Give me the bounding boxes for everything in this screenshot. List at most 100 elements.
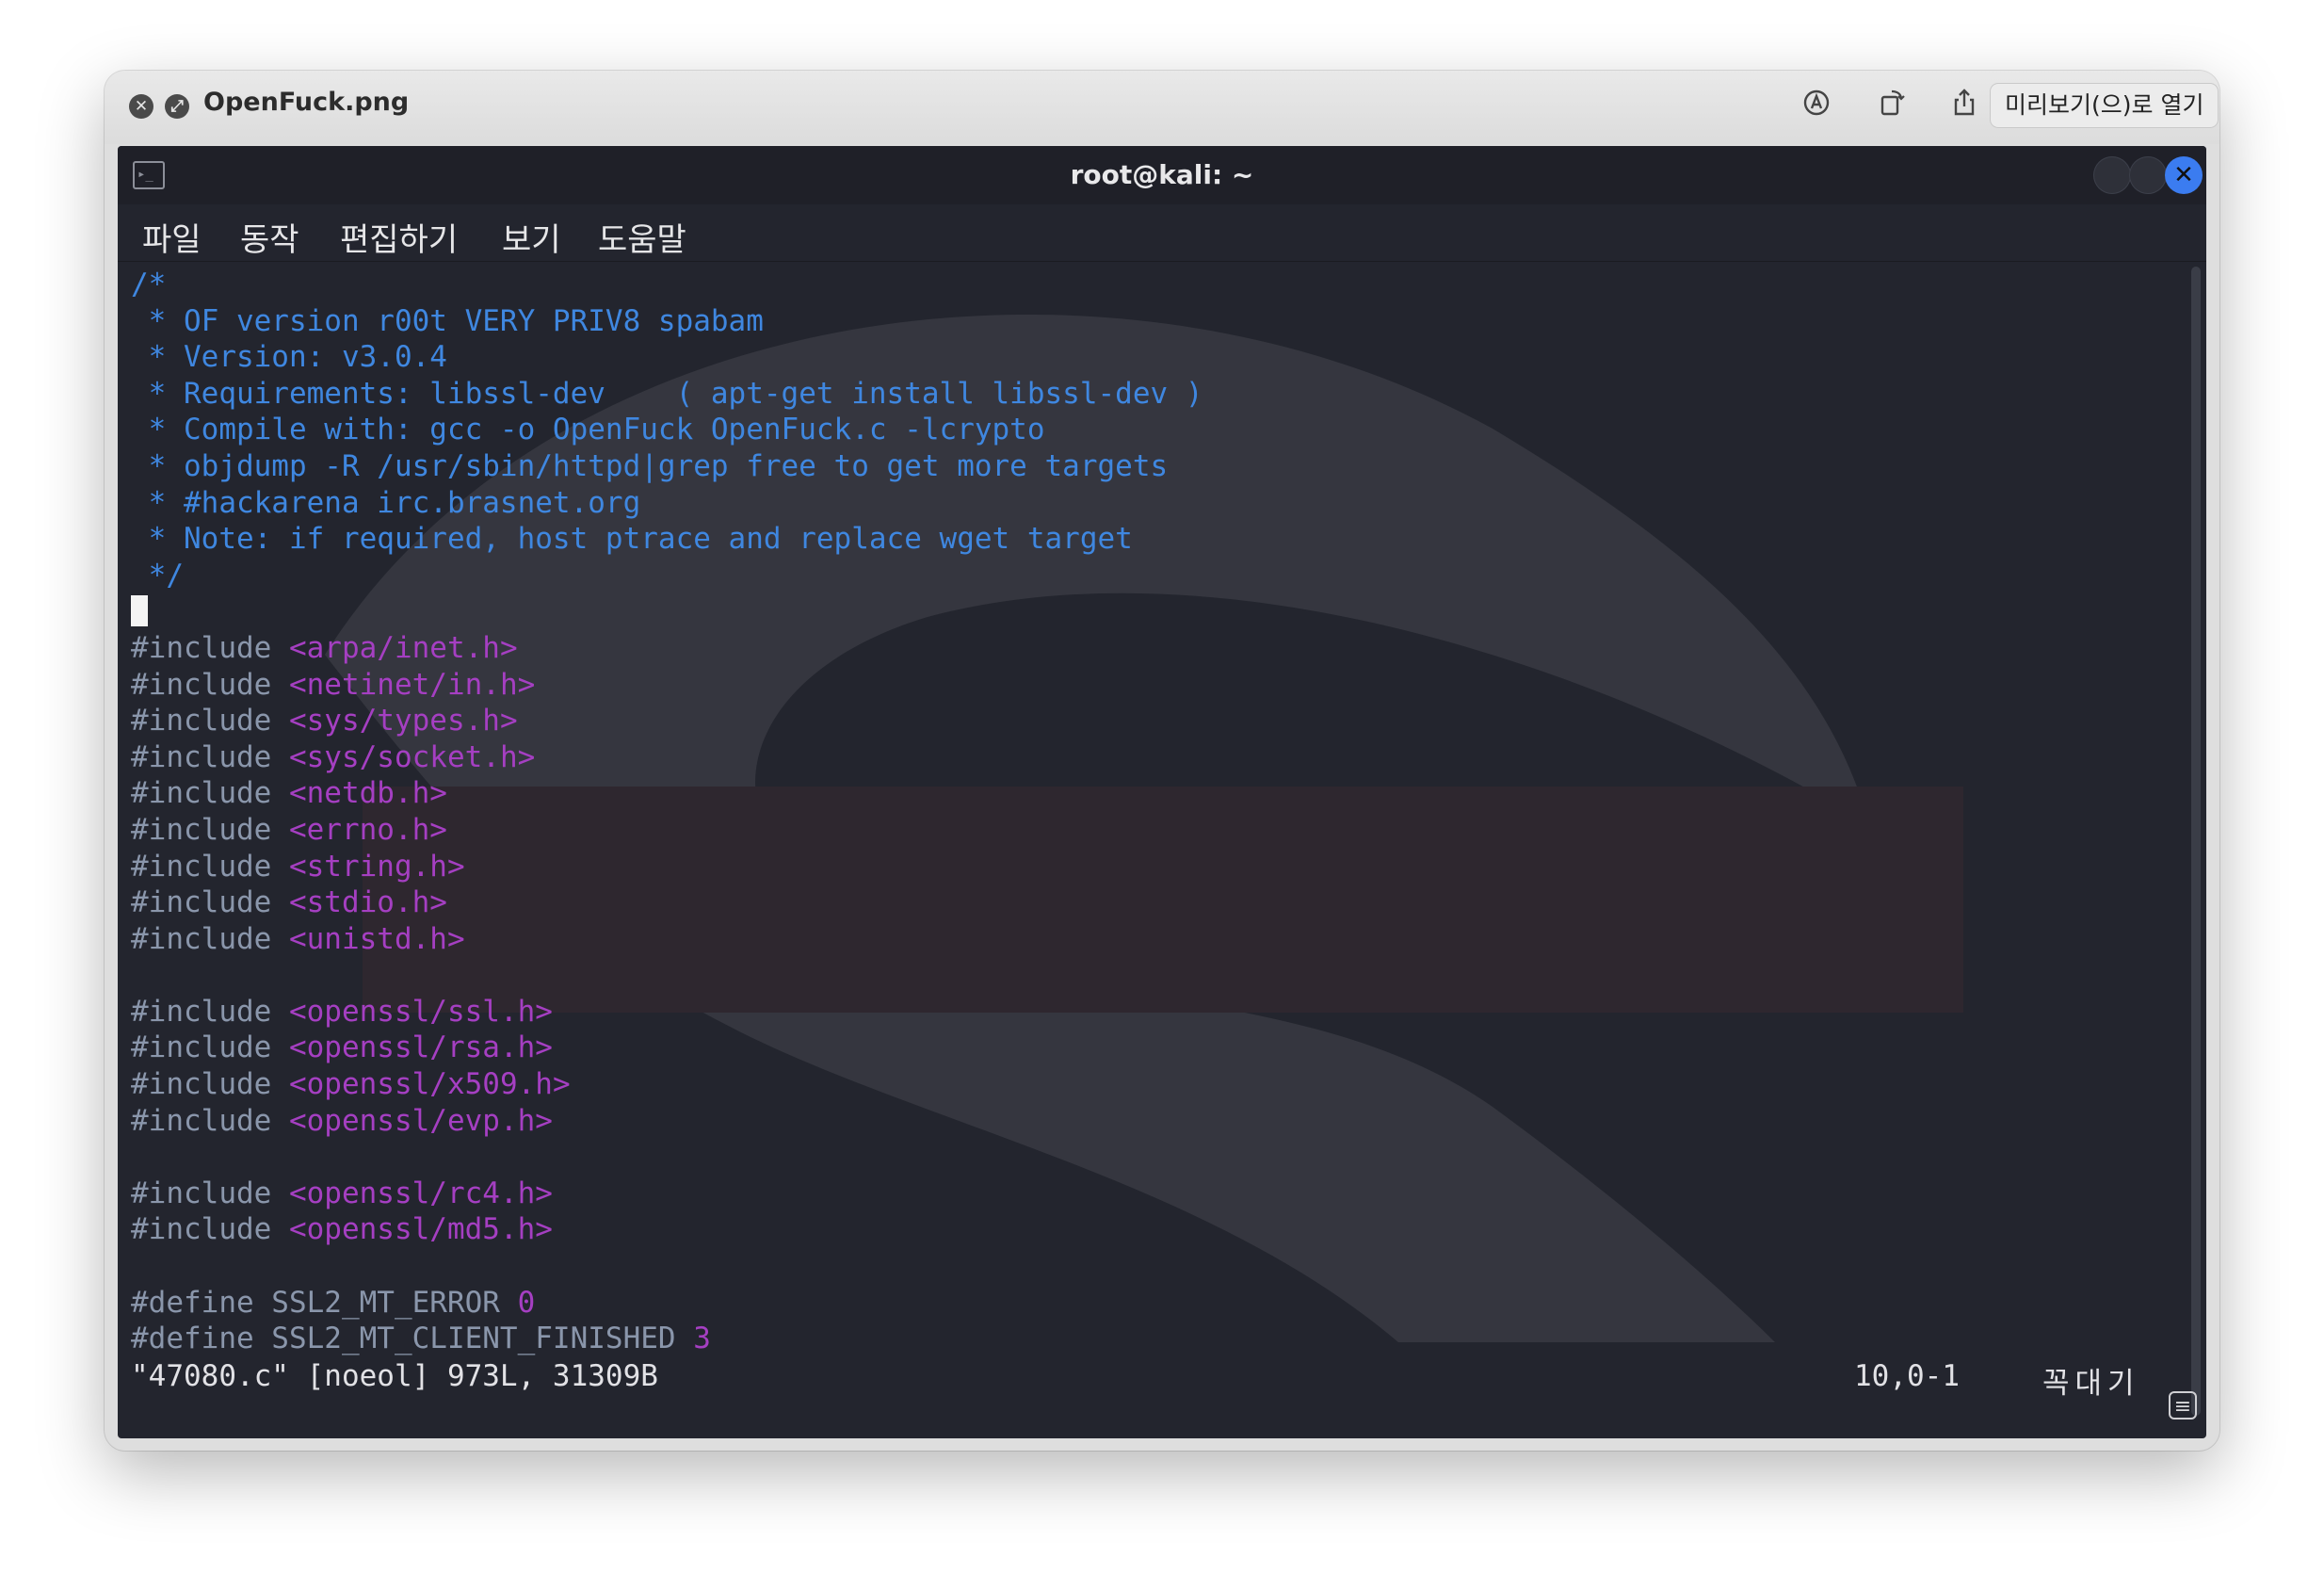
- terminal-window: ▸_ root@kali: ~ ✕ 파일 동작 편집하기 보기 도움말 /* *…: [118, 146, 2206, 1438]
- menu-help[interactable]: 도움말: [598, 214, 686, 260]
- close-button[interactable]: ✕: [2165, 156, 2203, 194]
- code-token: <netdb.h>: [288, 776, 447, 811]
- code-token: 3: [693, 1322, 711, 1356]
- code-token: <openssl/evp.h>: [288, 1103, 553, 1138]
- code-line: #include <arpa/inet.h>: [131, 630, 1202, 667]
- text-cursor: [131, 595, 148, 627]
- code-token: #define SSL2_MT_CLIENT_FINISHED: [131, 1322, 694, 1356]
- code-token: * objdump -R /usr/sbin/httpd|grep free t…: [131, 448, 1169, 483]
- code-token: #include: [131, 1212, 289, 1247]
- code-token: /*: [131, 268, 167, 301]
- cursor-position: 10,0-1: [1854, 1359, 1960, 1393]
- code-token: <openssl/rc4.h>: [288, 1176, 553, 1210]
- code-line: #include <netinet/in.h>: [131, 667, 1202, 704]
- quicklook-window: ✕ ⤢ OpenFuck.png 미리보기(으)로 열기 ▸_ root@kal…: [105, 71, 2219, 1451]
- code-line: #include <stdio.h>: [131, 884, 1202, 921]
- menu-action[interactable]: 동작: [240, 214, 299, 260]
- code-token: #include: [131, 704, 289, 738]
- code-line: #include <openssl/rc4.h>: [131, 1176, 1202, 1212]
- code-token: <stdio.h>: [288, 885, 447, 920]
- quicklook-titlebar: ✕ ⤢ OpenFuck.png 미리보기(으)로 열기: [105, 71, 2219, 144]
- open-with-preview-button[interactable]: 미리보기(으)로 열기: [1990, 83, 2219, 128]
- code-token: #include: [131, 1103, 289, 1138]
- code-line: * Requirements: libssl-dev ( apt-get ins…: [131, 376, 1203, 413]
- terminal-menubar: 파일 동작 편집하기 보기 도움말: [118, 204, 2206, 262]
- rotate-icon[interactable]: [1873, 88, 1911, 125]
- code-token: <sys/types.h>: [288, 704, 518, 738]
- code-token: #include: [131, 739, 289, 774]
- code-line: #include <netdb.h>: [131, 775, 1202, 812]
- code-token: <string.h>: [288, 849, 465, 884]
- code-token: <openssl/x509.h>: [288, 1067, 571, 1102]
- close-icon[interactable]: ✕: [129, 94, 153, 119]
- code-token: #include: [131, 994, 289, 1029]
- code-token: <openssl/rsa.h>: [288, 1030, 553, 1065]
- scrollbar[interactable]: [2191, 267, 2201, 1416]
- code-line: #include <errno.h>: [131, 812, 1202, 849]
- code-token: <sys/socket.h>: [288, 739, 536, 774]
- code-token: #include: [131, 1067, 289, 1102]
- vim-status-line: "47080.c" [noeol] 973L, 31309B: [131, 1359, 658, 1393]
- code-line: #include <sys/socket.h>: [131, 739, 1202, 776]
- menu-file[interactable]: 파일: [142, 214, 202, 260]
- code-token: #include: [131, 1176, 289, 1210]
- code-line: * OF version r00t VERY PRIV8 spabam: [131, 303, 1202, 340]
- code-token: * Note: if required, host ptrace and rep…: [131, 522, 1133, 557]
- maximize-button[interactable]: [2129, 156, 2167, 194]
- code-line: #include <openssl/ssl.h>: [131, 994, 1202, 1030]
- code-line: #include <openssl/evp.h>: [131, 1103, 1202, 1140]
- code-line: #include <sys/types.h>: [131, 703, 1202, 739]
- code-line: * objdump -R /usr/sbin/httpd|grep free t…: [131, 448, 1202, 485]
- code-token: * Version: v3.0.4: [131, 340, 447, 375]
- code-line: * Note: if required, host ptrace and rep…: [131, 521, 1202, 558]
- code-token: * Requirements: libssl-dev ( apt-get ins…: [131, 376, 1203, 411]
- code-token: <unistd.h>: [288, 921, 465, 956]
- terminal-titlebar: ▸_ root@kali: ~ ✕: [118, 146, 2206, 204]
- code-line: * Compile with: gcc -o OpenFuck OpenFuck…: [131, 412, 1202, 448]
- code-line: #include <openssl/rsa.h>: [131, 1030, 1202, 1066]
- code-token: * #hackarena irc.brasnet.org: [131, 485, 641, 520]
- code-line: /*: [131, 267, 1202, 303]
- terminal-title: root@kali: ~: [1070, 159, 1254, 190]
- fullscreen-icon[interactable]: ⤢: [165, 94, 189, 119]
- code-token: * OF version r00t VERY PRIV8 spabam: [131, 303, 764, 338]
- share-icon[interactable]: [1945, 88, 1983, 125]
- code-line: #include <openssl/md5.h>: [131, 1211, 1202, 1248]
- code-token: <arpa/inet.h>: [288, 630, 518, 665]
- code-token: <openssl/md5.h>: [288, 1212, 553, 1247]
- code-token: #include: [131, 667, 289, 702]
- markup-icon[interactable]: [1798, 88, 1835, 125]
- code-token: #define SSL2_MT_ERROR: [131, 1285, 518, 1320]
- menu-view[interactable]: 보기: [502, 214, 561, 260]
- menu-edit[interactable]: 편집하기: [340, 214, 458, 260]
- code-token: <errno.h>: [288, 812, 447, 847]
- code-token: #include: [131, 885, 289, 920]
- code-token: #include: [131, 1030, 289, 1065]
- code-token: <openssl/ssl.h>: [288, 994, 553, 1029]
- minimize-button[interactable]: [2093, 156, 2131, 194]
- scroll-position: 꼭대기: [2042, 1367, 2140, 1401]
- code-line: */: [131, 558, 1202, 594]
- code-line: #include <string.h>: [131, 849, 1202, 885]
- code-line: #define SSL2_MT_CLIENT_FINISHED 3: [131, 1321, 1202, 1357]
- code-token: * Compile with: gcc -o OpenFuck OpenFuck…: [131, 413, 1045, 447]
- code-line: #include <unistd.h>: [131, 921, 1202, 958]
- code-line: * #hackarena irc.brasnet.org: [131, 485, 1202, 522]
- code-line: #include <openssl/x509.h>: [131, 1066, 1202, 1103]
- code-line: #define SSL2_MT_ERROR 0: [131, 1285, 1202, 1322]
- code-line: * Version: v3.0.4: [131, 339, 1202, 376]
- code-token: */: [131, 558, 184, 592]
- vim-buffer[interactable]: /* * OF version r00t VERY PRIV8 spabam *…: [131, 267, 1202, 1357]
- code-token: #include: [131, 776, 289, 811]
- code-token: <netinet/in.h>: [288, 667, 536, 702]
- code-token: #include: [131, 921, 289, 956]
- code-token: 0: [517, 1285, 536, 1320]
- code-token: #include: [131, 630, 289, 665]
- code-token: #include: [131, 812, 289, 847]
- live-text-icon[interactable]: ≡: [2169, 1391, 2197, 1420]
- code-token: #include: [131, 849, 289, 884]
- quicklook-filename: OpenFuck.png: [203, 88, 410, 117]
